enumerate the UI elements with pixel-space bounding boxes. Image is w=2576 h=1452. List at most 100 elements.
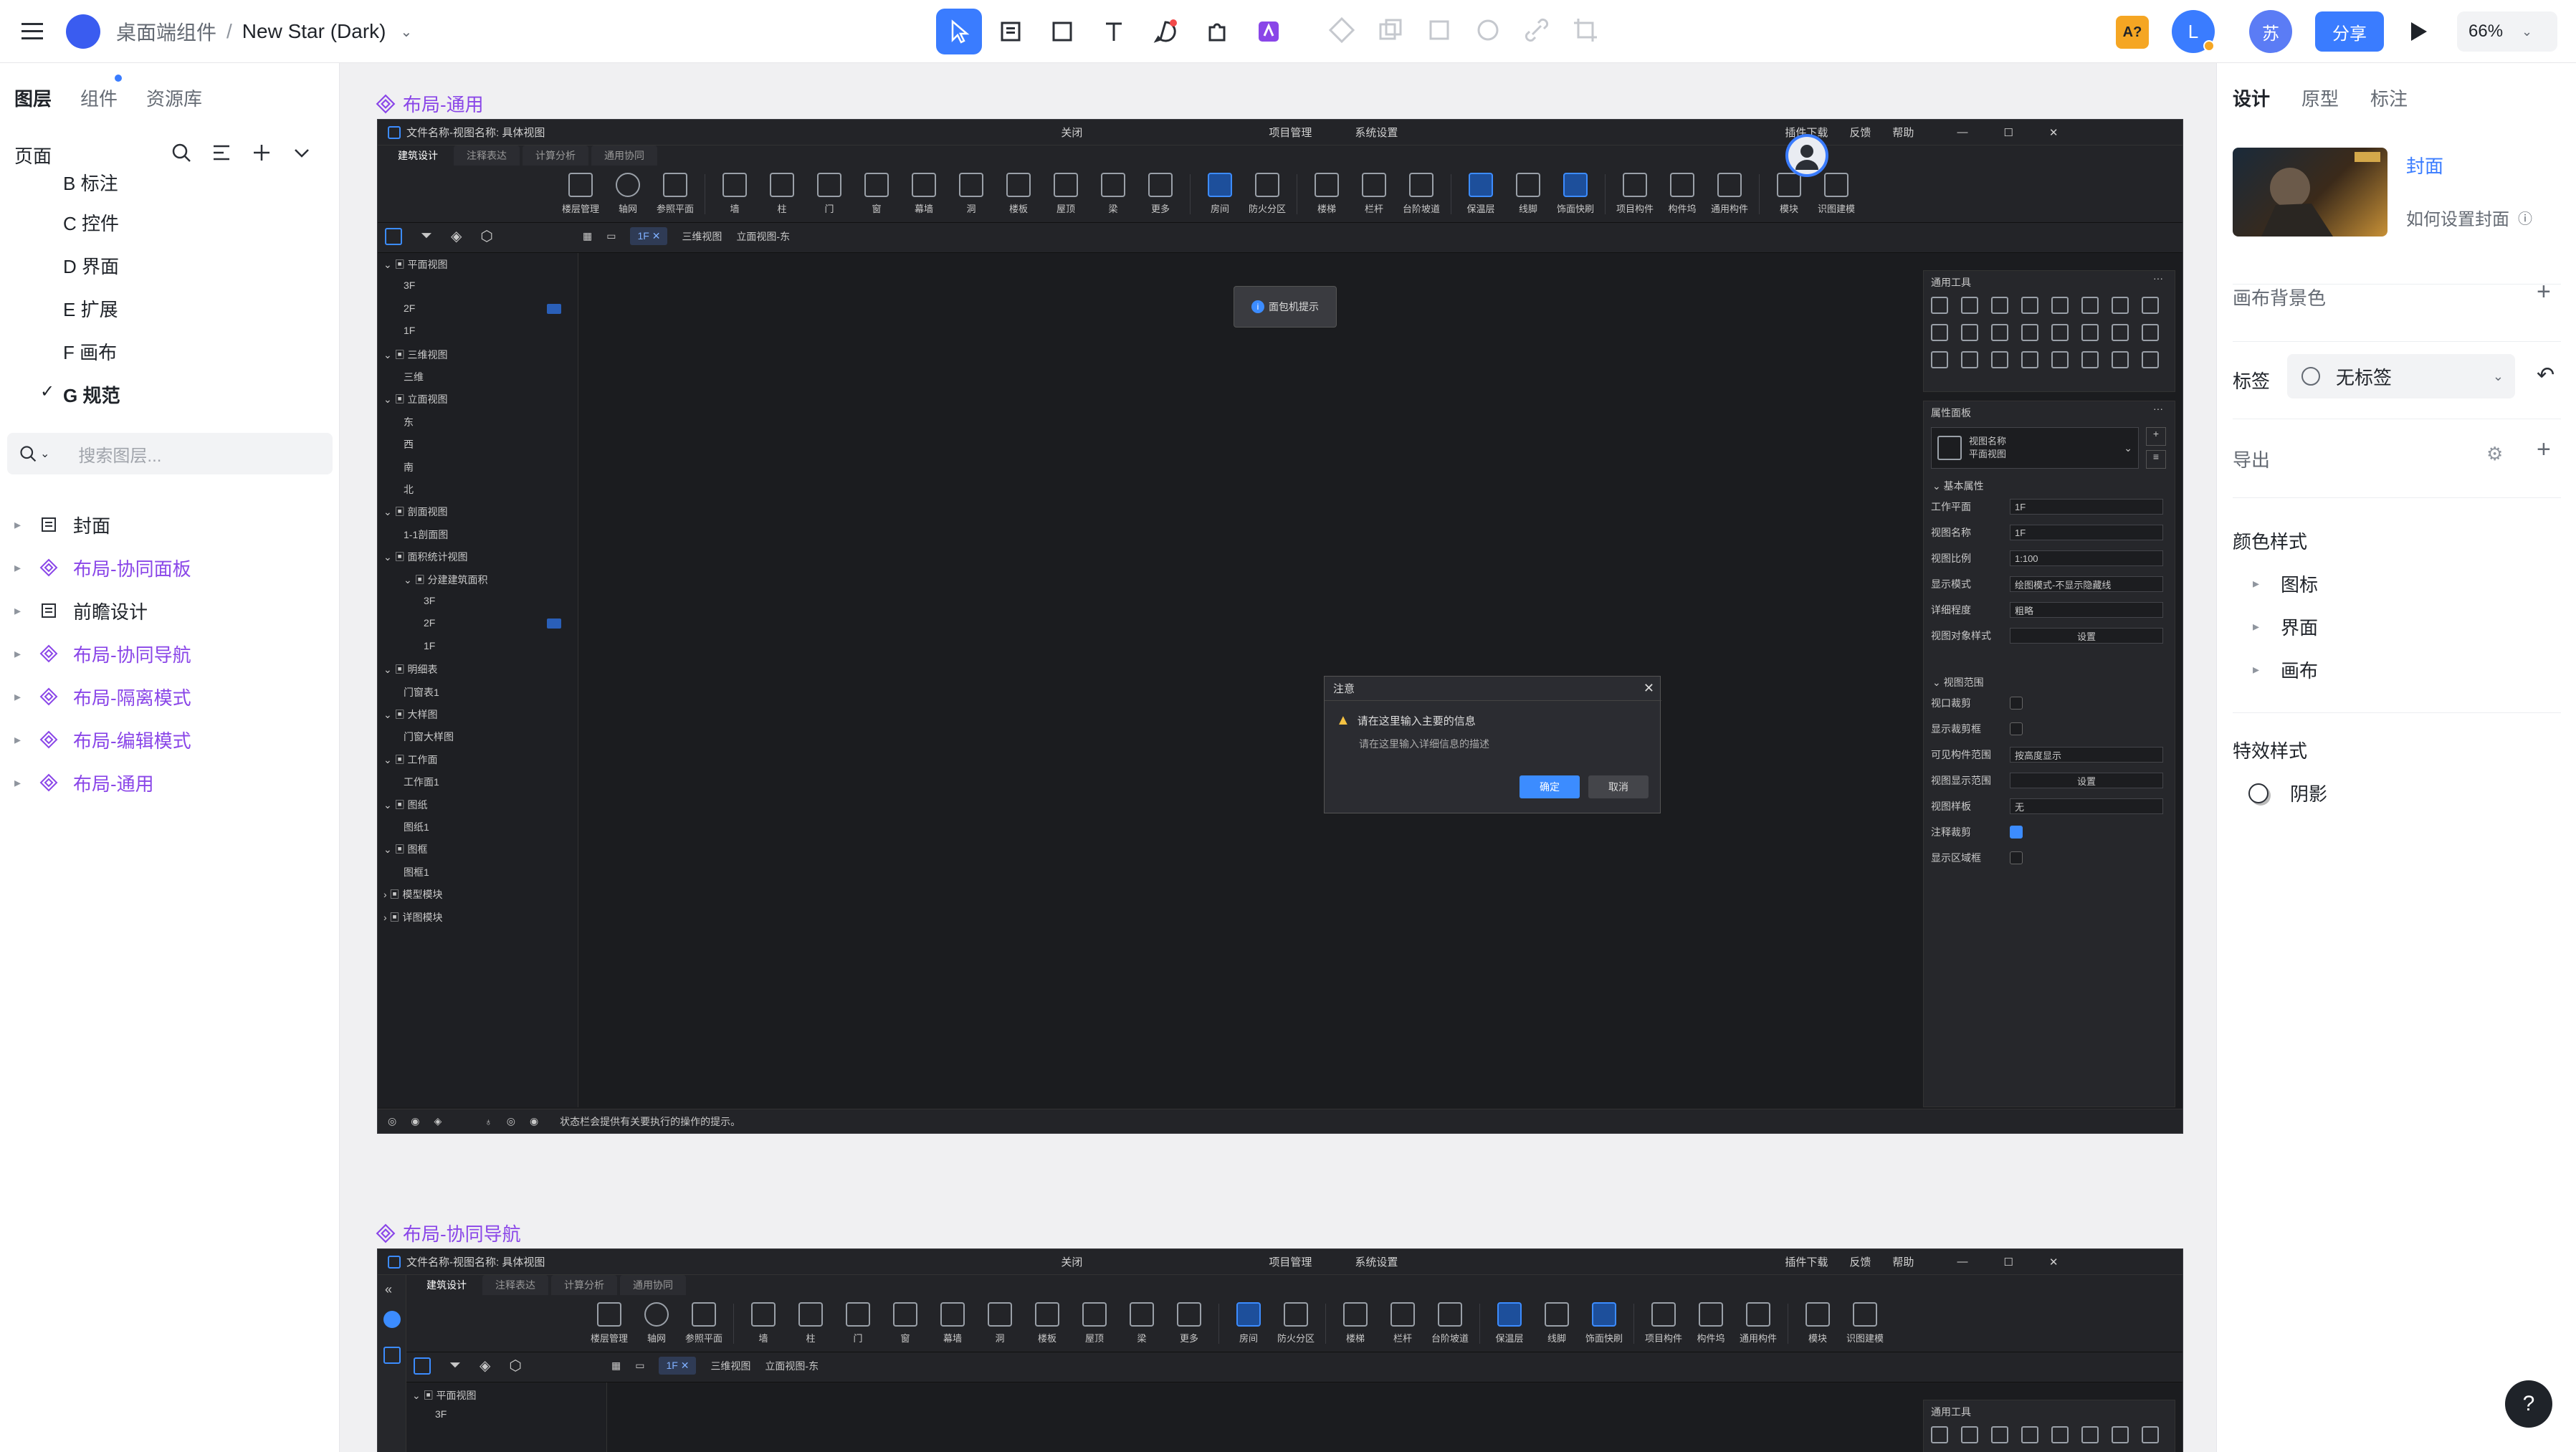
filter-icon[interactable]: ⏷ bbox=[421, 228, 432, 244]
ribbon-button[interactable]: 房间 bbox=[1225, 1302, 1272, 1344]
section-basic[interactable]: ⌄ 基本属性 bbox=[1932, 479, 1984, 493]
minimize-icon[interactable]: — bbox=[1957, 126, 1967, 138]
tool-icon[interactable] bbox=[1931, 297, 1948, 314]
ribbon-button[interactable]: 保温层 bbox=[1457, 173, 1504, 215]
ribbon-button[interactable]: 轴网 bbox=[633, 1302, 680, 1344]
tree-node[interactable]: 图框1 bbox=[404, 865, 429, 879]
ribbon-button[interactable]: 墙 bbox=[711, 173, 758, 215]
ribbon-button[interactable]: 轴网 bbox=[604, 173, 652, 215]
tool-icon[interactable] bbox=[2051, 297, 2069, 314]
ribbon-button[interactable]: 楼层管理 bbox=[586, 1302, 633, 1344]
doc-tab[interactable]: 三维视图 bbox=[710, 1359, 750, 1373]
layer-item[interactable]: ▸ 封面 bbox=[0, 503, 340, 546]
text-tool-button[interactable] bbox=[1091, 9, 1137, 54]
ai-tool-button[interactable] bbox=[1246, 9, 1292, 54]
tree-node[interactable]: ⌄ ▣ 大样图 bbox=[383, 707, 438, 722]
frame-label[interactable]: 布局-通用 bbox=[376, 90, 484, 117]
ribbon-button[interactable]: 项目构件 bbox=[1611, 173, 1659, 215]
layer-item[interactable]: ▸ 布局-隔离模式 bbox=[0, 675, 340, 718]
property-field[interactable]: 设置 bbox=[2010, 628, 2163, 644]
tool-icon[interactable] bbox=[2142, 324, 2159, 341]
link-icon[interactable] bbox=[1521, 14, 1552, 46]
ribbon-button[interactable]: 楼板 bbox=[995, 173, 1042, 215]
tab-layers[interactable]: 图层 bbox=[14, 85, 52, 111]
page-item[interactable]: D 界面 bbox=[63, 252, 119, 279]
ribbon-button[interactable]: 保温层 bbox=[1486, 1302, 1533, 1344]
tool-icon[interactable] bbox=[2051, 1426, 2069, 1443]
frame-tool-button[interactable] bbox=[988, 9, 1034, 54]
doc-tab[interactable]: 三维视图 bbox=[682, 229, 722, 244]
close-icon[interactable]: ✕ bbox=[2049, 1256, 2059, 1269]
component-icon[interactable] bbox=[1326, 14, 1358, 46]
chevron-down-icon[interactable]: ⌄ bbox=[401, 23, 413, 41]
doc-tab-active[interactable]: 1F ✕ bbox=[630, 227, 668, 245]
ribbon-button[interactable]: 构件坞 bbox=[1687, 1302, 1735, 1344]
ribbon-button[interactable]: 模块 bbox=[1794, 1302, 1841, 1344]
close-icon[interactable]: ✕ bbox=[2049, 126, 2059, 139]
tool-icon[interactable] bbox=[1991, 351, 2008, 368]
cover-hint[interactable]: 如何设置封面 ⓘ bbox=[2406, 205, 2532, 230]
page-item[interactable]: E 扩展 bbox=[63, 295, 118, 322]
tree-node[interactable]: 东 bbox=[404, 415, 414, 429]
tree-node[interactable]: 1F bbox=[424, 640, 435, 651]
frame-label[interactable]: 布局-协同导航 bbox=[376, 1220, 521, 1246]
menu-help[interactable]: 帮助 bbox=[1892, 1254, 1914, 1269]
maximize-icon[interactable]: ☐ bbox=[2003, 126, 2013, 139]
cover-thumbnail[interactable] bbox=[2233, 148, 2387, 237]
share-button[interactable]: 分享 bbox=[2315, 11, 2384, 52]
layer-icon[interactable]: ◉ bbox=[411, 1115, 419, 1127]
layer-search[interactable]: ⌄ 搜索图层... bbox=[7, 433, 333, 474]
tool-icon[interactable] bbox=[2112, 324, 2129, 341]
menu-feedback[interactable]: 反馈 bbox=[1849, 125, 1871, 140]
tree-node[interactable]: 西 bbox=[404, 437, 414, 452]
doc-tab[interactable]: 立面视图-东 bbox=[736, 229, 790, 244]
ribbon-button[interactable]: 房间 bbox=[1196, 173, 1244, 215]
tool-icon[interactable] bbox=[2021, 1426, 2038, 1443]
layer-item[interactable]: ▸ 前瞻设计 bbox=[0, 589, 340, 632]
render-icon[interactable]: ◉ bbox=[530, 1115, 538, 1127]
ribbon-button[interactable]: 识图建模 bbox=[1813, 173, 1860, 215]
chevron-down-icon[interactable] bbox=[291, 142, 313, 163]
tree-node[interactable]: 图纸1 bbox=[404, 820, 429, 834]
boolean-icon[interactable] bbox=[1375, 14, 1406, 46]
ribbon-button[interactable]: 梁 bbox=[1089, 173, 1137, 215]
layer-item[interactable]: ▸ 布局-协同导航 bbox=[0, 632, 340, 675]
tab-analysis[interactable]: 计算分析 bbox=[523, 145, 588, 166]
tree-node[interactable]: ⌄ ▣ 平面视图 bbox=[383, 257, 448, 272]
ribbon-button[interactable]: 洞 bbox=[976, 1302, 1024, 1344]
property-field[interactable]: 设置 bbox=[2010, 773, 2163, 788]
avatar[interactable] bbox=[383, 1311, 401, 1328]
tab-collab[interactable]: 通用协同 bbox=[620, 1275, 686, 1295]
tool-icon[interactable] bbox=[1931, 351, 1948, 368]
checkbox[interactable] bbox=[2010, 826, 2023, 839]
tool-icon[interactable] bbox=[1961, 324, 1978, 341]
sort-icon[interactable] bbox=[211, 142, 232, 163]
tree-node[interactable]: ⌄ ▣ 三维视图 bbox=[383, 348, 448, 362]
tab-components[interactable]: 组件 bbox=[80, 85, 118, 111]
tool-icon[interactable] bbox=[1991, 297, 2008, 314]
tool-icon[interactable] bbox=[1961, 297, 1978, 314]
collaborator-avatar[interactable] bbox=[1785, 134, 1828, 177]
style-item[interactable]: 阴影 bbox=[2248, 780, 2327, 806]
canvas[interactable]: 布局-通用 文件名称-视图名称: 具体视图 关闭 项目管理 系统设置 插件下载 … bbox=[340, 63, 2216, 1452]
ribbon-button[interactable]: 防火分区 bbox=[1244, 173, 1291, 215]
breadcrumb-parent[interactable]: 桌面端组件 bbox=[116, 17, 216, 46]
tool-icon[interactable] bbox=[2021, 351, 2038, 368]
layer-item[interactable]: ▸ 布局-编辑模式 bbox=[0, 718, 340, 761]
ribbon-button[interactable]: 柱 bbox=[787, 1302, 834, 1344]
ribbon-button[interactable]: 窗 bbox=[853, 173, 900, 215]
ribbon-button[interactable]: 屋顶 bbox=[1042, 173, 1089, 215]
caret-right-icon[interactable]: ▸ bbox=[14, 560, 36, 575]
tree-node[interactable]: 2F bbox=[404, 302, 415, 314]
menu-feedback[interactable]: 反馈 bbox=[1849, 1254, 1871, 1269]
cover-title[interactable]: 封面 bbox=[2406, 152, 2443, 178]
menu-project[interactable]: 项目管理 bbox=[1269, 125, 1312, 140]
tool-icon[interactable] bbox=[2112, 351, 2129, 368]
ribbon-button[interactable]: 栏杆 bbox=[1350, 173, 1398, 215]
grid-icon[interactable]: ▦ bbox=[611, 1360, 621, 1372]
tool-icon[interactable] bbox=[1961, 351, 1978, 368]
close-icon[interactable]: ✕ bbox=[1644, 681, 1654, 696]
menu-plugin[interactable]: 插件下载 bbox=[1785, 1254, 1828, 1269]
add-icon[interactable]: + bbox=[2537, 436, 2551, 464]
tree-node[interactable]: 工作面1 bbox=[404, 775, 439, 789]
